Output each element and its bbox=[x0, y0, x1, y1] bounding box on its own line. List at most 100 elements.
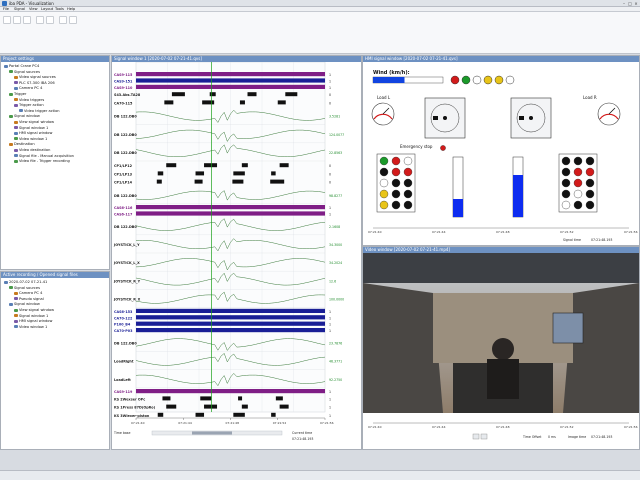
tree-item[interactable]: Destination bbox=[9, 142, 35, 147]
window-title: iba PDA - Visualization bbox=[9, 1, 54, 6]
tree-item[interactable]: PLC S7-300 IBA 206 bbox=[14, 81, 55, 86]
matrix-lamp bbox=[391, 167, 401, 177]
tree-item[interactable]: Signal window bbox=[9, 114, 40, 119]
tree-item[interactable]: HMI signal window bbox=[14, 131, 52, 136]
tree-item-label: View signal window bbox=[19, 120, 55, 124]
tree-item[interactable]: View signal window bbox=[14, 308, 54, 313]
gauge-label: Load R bbox=[583, 95, 597, 100]
tree-item-label: Portal Crane PC4 bbox=[9, 64, 40, 68]
matrix-lamp bbox=[379, 156, 389, 166]
tree-item[interactable]: Camera PC 4 bbox=[14, 86, 42, 91]
tree-item[interactable]: Signal sources bbox=[9, 70, 40, 75]
signal-value: 1 bbox=[329, 206, 331, 210]
signal-label: LoadLeft bbox=[114, 378, 131, 382]
tree-node-icon bbox=[14, 159, 18, 163]
tree-item[interactable]: Video signal sources bbox=[14, 75, 56, 80]
matrix-lamp bbox=[585, 200, 595, 210]
tree-item[interactable]: Video window 1 bbox=[14, 137, 47, 142]
status-lamp bbox=[472, 75, 482, 85]
tree-item[interactable]: Video window 1 bbox=[14, 325, 47, 330]
digital-bar bbox=[136, 328, 325, 333]
digital-pulse bbox=[241, 163, 248, 168]
signal-window: Signal window 1 [2020-07-02 07-21-41.qvs… bbox=[111, 55, 362, 450]
tree-item[interactable]: Signal window 1 bbox=[14, 126, 48, 131]
matrix-lamp bbox=[561, 200, 571, 210]
image-time-label: Image time bbox=[568, 435, 586, 439]
tree-item[interactable]: Signal window bbox=[9, 302, 40, 307]
signal-value: 124.0077 bbox=[329, 133, 344, 137]
cabin-roof bbox=[363, 253, 639, 283]
signal-value: 0 bbox=[329, 164, 331, 168]
hmi-background bbox=[363, 62, 639, 245]
digital-bar bbox=[136, 78, 325, 83]
tree-item[interactable]: Pseudo signal bbox=[14, 297, 44, 302]
signal-label: CP1/LP14 bbox=[114, 181, 133, 185]
matrix-lamp bbox=[573, 189, 583, 199]
signal-value: 100.0000 bbox=[329, 298, 344, 302]
tree-item[interactable]: Trigger bbox=[9, 92, 26, 97]
tree-item[interactable]: Trigger action bbox=[14, 103, 44, 108]
tree-item[interactable]: Video destination bbox=[14, 148, 50, 153]
tree-item[interactable]: Camera PC 4 bbox=[14, 291, 42, 296]
signal-label: CAS6-116 bbox=[114, 206, 133, 210]
digital-pulse bbox=[157, 412, 164, 417]
open-file-icon[interactable] bbox=[13, 16, 21, 24]
tree-node-icon bbox=[9, 92, 13, 96]
signal-time-label: Signal time bbox=[563, 238, 581, 242]
tree-item[interactable]: Portal Crane PC4 bbox=[4, 64, 39, 69]
digital-pulse bbox=[204, 404, 218, 409]
matrix-lamp bbox=[561, 189, 571, 199]
digital-pulse bbox=[233, 412, 245, 417]
emergency-lamp bbox=[440, 145, 446, 151]
play-button[interactable] bbox=[472, 433, 480, 440]
digital-pulse bbox=[279, 163, 289, 168]
save-icon[interactable] bbox=[23, 16, 31, 24]
digital-bar bbox=[136, 205, 325, 210]
signal-label: LoadRight bbox=[114, 360, 134, 364]
signal-plot[interactable]: CAS9-115 1 CAS9-151 1 CAS9-110 1 S43.Abs.TA28 0… bbox=[112, 62, 361, 449]
signal-value: 12.6 bbox=[329, 279, 336, 283]
signal-label: CA70-115 bbox=[114, 101, 133, 105]
tree-item[interactable]: Signal window 1 bbox=[14, 314, 48, 319]
tree-item[interactable]: Video file - Trigger recording bbox=[14, 159, 70, 164]
hmi-time-tick-label: 07:21:56 bbox=[624, 230, 638, 234]
time-tick-label: 07:21:40 bbox=[131, 421, 145, 425]
tree-node-icon bbox=[14, 137, 18, 141]
tree-item[interactable]: HMI signal window bbox=[14, 319, 52, 324]
tree-item[interactable]: Signal sources bbox=[9, 286, 40, 291]
signal-label: DB 122.DB0 bbox=[114, 133, 137, 137]
signal-label: CAS6-117 bbox=[114, 213, 133, 217]
tree-item[interactable]: Video trigger action bbox=[19, 109, 60, 114]
digital-pulse bbox=[233, 171, 245, 176]
digital-pulse bbox=[279, 404, 289, 409]
record-icon[interactable] bbox=[36, 16, 44, 24]
tree-item-label: Signal sources bbox=[14, 69, 40, 74]
stop-icon[interactable] bbox=[46, 16, 54, 24]
digital-bar bbox=[136, 84, 325, 89]
zoom-in-icon[interactable] bbox=[59, 16, 67, 24]
image-time-value: 07:21:48.193 bbox=[591, 435, 612, 439]
signal-label: DB 122.DB0 bbox=[114, 341, 137, 345]
matrix-lamp bbox=[403, 167, 413, 177]
load-right-bar-fill bbox=[513, 175, 523, 217]
pause-button[interactable] bbox=[480, 433, 488, 440]
digital-bar bbox=[136, 72, 325, 77]
tree-item-label: 2020-07-02 07-21-41 bbox=[9, 280, 48, 284]
digital-pulse bbox=[162, 396, 171, 401]
tree-item[interactable]: Video triggers bbox=[14, 98, 44, 103]
signal-label: JOYSTICK_L_Y bbox=[113, 243, 140, 247]
cabin-right-frame bbox=[563, 283, 639, 413]
tree-node-icon bbox=[4, 64, 8, 68]
signal-value: 22.8563 bbox=[329, 151, 342, 155]
time-scrollbar-thumb[interactable] bbox=[192, 431, 232, 435]
new-file-icon[interactable] bbox=[3, 16, 11, 24]
status-lamp bbox=[505, 75, 515, 85]
tree-item[interactable]: 2020-07-02 07-21-41 bbox=[4, 280, 47, 285]
tree-item[interactable]: Signal file - Manual acquisition bbox=[14, 154, 74, 159]
tree-node-icon bbox=[9, 142, 13, 146]
tree-item[interactable]: View signal window bbox=[14, 120, 54, 125]
signal-label: JOYSTICK_L_X bbox=[113, 261, 140, 265]
zoom-out-icon[interactable] bbox=[69, 16, 77, 24]
video-frame[interactable]: 07:21:40 07:21:44 07:21:48 07:21:52 07:21:56… bbox=[363, 253, 639, 449]
close-icon[interactable]: × bbox=[633, 1, 639, 6]
